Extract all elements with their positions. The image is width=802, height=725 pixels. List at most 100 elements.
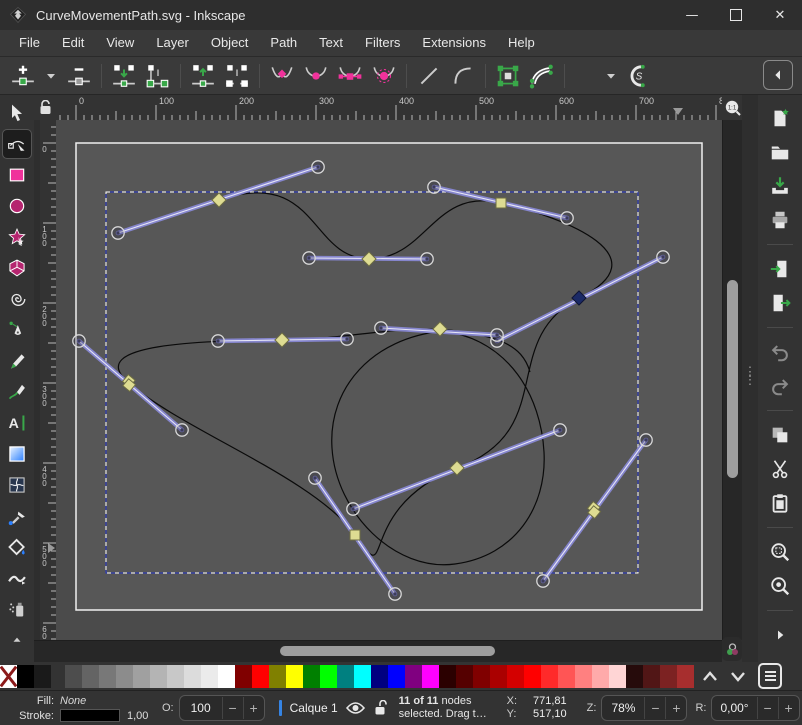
palette-swatch[interactable] [575,665,592,688]
palette-swatch[interactable] [354,665,371,688]
join-nodes-with-segment-button[interactable] [141,59,175,93]
palette-swatch[interactable] [133,665,150,688]
palette-swatch[interactable] [269,665,286,688]
undo-button[interactable] [765,337,795,367]
horizontal-scrollbar[interactable] [34,640,722,662]
open-document-button[interactable] [765,137,795,167]
palette-swatch[interactable] [235,665,252,688]
stroke-swatch[interactable] [60,709,120,722]
palette-swatch[interactable] [320,665,337,688]
close-button[interactable]: ✕ [758,0,802,30]
delete-segment-button[interactable] [220,59,254,93]
spiral-tool[interactable] [3,285,31,313]
palette-swatch[interactable] [439,665,456,688]
menu-file[interactable]: File [8,30,51,56]
pen-tool[interactable] [3,316,31,344]
mesh-gradient-tool[interactable] [3,471,31,499]
layer-lock-icon[interactable] [373,700,387,716]
palette-swatch[interactable] [218,665,235,688]
selector-tool[interactable] [3,99,31,127]
menu-extensions[interactable]: Extensions [411,30,497,56]
menu-object[interactable]: Object [200,30,260,56]
rotation-decrease-button[interactable]: − [757,697,778,719]
paste-button[interactable] [765,488,795,518]
make-corner-node-button[interactable] [265,59,299,93]
vertical-scrollbar[interactable] [722,120,742,640]
palette-swatch[interactable] [405,665,422,688]
minimize-button[interactable]: — [670,0,714,30]
object-to-path-button[interactable] [491,59,525,93]
dock-handle[interactable]: ⋮⋮ [742,368,758,392]
palette-swatch[interactable] [643,665,660,688]
palette-swatch[interactable] [524,665,541,688]
horizontal-scrollbar-thumb[interactable] [280,646,495,656]
palette-swatch[interactable] [592,665,609,688]
opacity-increase-button[interactable]: + [243,697,264,719]
make-symmetric-node-button[interactable] [333,59,367,93]
layer-visibility-icon[interactable] [346,701,365,715]
palette-swatch[interactable] [34,665,51,688]
show-transform-handles-button[interactable]: S [622,59,656,93]
palette-swatch[interactable] [388,665,405,688]
menu-edit[interactable]: Edit [51,30,95,56]
opacity-value[interactable]: 100 [180,701,222,715]
path-node[interactable] [496,198,506,208]
insert-node-button[interactable] [6,59,40,93]
box-3d-tool[interactable] [3,254,31,282]
canvas[interactable] [56,120,722,640]
vertical-ruler[interactable]: 0100200300400500600 [40,120,56,640]
zoom-1-1-icon[interactable]: 1:1 [722,95,742,120]
fill-value[interactable]: None [60,695,86,707]
make-line-segment-button[interactable] [412,59,446,93]
more-tools[interactable] [3,626,31,654]
zoom-increase-button[interactable]: + [665,697,686,719]
palette-swatch[interactable] [609,665,626,688]
calligraphy-tool[interactable] [3,378,31,406]
palette-swatch[interactable] [541,665,558,688]
palette-swatch[interactable] [167,665,184,688]
menu-text[interactable]: Text [308,30,354,56]
menu-filters[interactable]: Filters [354,30,411,56]
palette-swatch[interactable] [17,665,34,688]
cut-button[interactable] [765,454,795,484]
palette-swatch[interactable] [116,665,133,688]
rectangle-tool[interactable] [3,161,31,189]
menu-view[interactable]: View [95,30,145,56]
more-commands-button[interactable] [765,620,795,650]
palette-swatch[interactable] [490,665,507,688]
palette-scroll-up-icon[interactable] [702,670,718,682]
palette-swatch[interactable] [184,665,201,688]
rotation-increase-button[interactable]: + [778,697,799,719]
redo-button[interactable] [765,371,795,401]
horizontal-ruler[interactable]: 0100200300400500600700800 [56,95,722,120]
tweak-tool[interactable] [3,564,31,592]
palette-menu-icon[interactable] [758,663,782,689]
paint-bucket-tool[interactable] [3,533,31,561]
palette-swatch[interactable] [82,665,99,688]
palette-swatch[interactable] [558,665,575,688]
text-tool[interactable]: A [3,409,31,437]
coords-dropdown-button[interactable] [600,59,622,93]
join-nodes-button[interactable] [107,59,141,93]
layer-name[interactable]: Calque 1 [290,701,338,715]
palette-swatch[interactable] [65,665,82,688]
rotation-value[interactable]: 0,00° [712,701,756,715]
delete-node-button[interactable] [62,59,96,93]
palette-swatch[interactable] [303,665,320,688]
vertical-scrollbar-thumb[interactable] [727,280,738,478]
palette-swatch[interactable] [337,665,354,688]
stroke-to-path-button[interactable] [525,59,559,93]
palette-scroll-down-icon[interactable] [730,670,746,682]
import-document-button[interactable] [765,254,795,284]
maximize-button[interactable] [714,0,758,30]
palette-swatch[interactable] [252,665,269,688]
opacity-decrease-button[interactable]: − [222,697,243,719]
palette-swatch[interactable] [201,665,218,688]
lock-rulers-icon[interactable] [34,95,56,120]
palette-swatch[interactable] [99,665,116,688]
make-curve-segment-button[interactable] [446,59,480,93]
palette-swatch[interactable] [473,665,490,688]
make-smooth-node-button[interactable] [299,59,333,93]
spray-tool[interactable] [3,595,31,623]
zoom-to-selection-button[interactable] [765,537,795,567]
